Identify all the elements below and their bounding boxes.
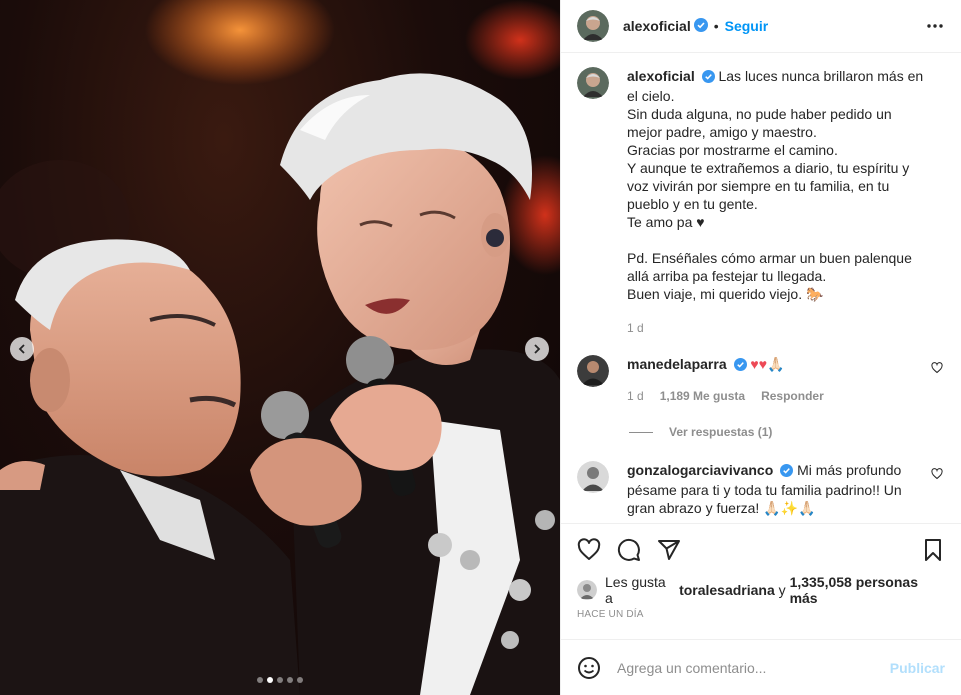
caption-meta: 1 d <box>627 319 927 337</box>
carousel-dot <box>297 677 303 683</box>
comment-username[interactable]: manedelaparra <box>627 356 727 372</box>
carousel-dot <box>257 677 263 683</box>
replies-divider <box>629 431 653 433</box>
avatar[interactable] <box>577 67 609 99</box>
verified-badge-icon <box>693 17 708 35</box>
caption-time[interactable]: 1 d <box>627 319 644 337</box>
carousel-prev-button[interactable] <box>10 337 34 361</box>
follow-button[interactable]: Seguir <box>725 18 769 34</box>
chevron-left-icon <box>18 344 25 354</box>
bookmark-icon <box>925 538 941 561</box>
verified-badge-icon <box>780 463 794 481</box>
carousel-indicator <box>257 677 303 683</box>
heart-outline-icon <box>931 362 943 374</box>
caption-line: Gracias por mostrarme el camino. <box>627 142 838 158</box>
post-header: alexoficial • Seguir <box>561 0 961 53</box>
heart-outline-icon <box>931 468 943 480</box>
like-button[interactable] <box>577 537 601 562</box>
comment-bubble-icon <box>617 538 640 561</box>
like-comment-button[interactable] <box>931 361 943 377</box>
comment-likes[interactable]: 1,189 Me gusta <box>660 387 745 405</box>
likes-user[interactable]: toralesadriana <box>679 582 775 598</box>
share-button[interactable] <box>657 538 681 562</box>
comment-body: manedelaparra ♥♥🙏🏻 1 d 1,189 Me gusta Re… <box>627 355 945 405</box>
likes-conjunction: y <box>778 582 786 598</box>
comment: manedelaparra ♥♥🙏🏻 1 d 1,189 Me gusta Re… <box>577 355 945 405</box>
verified-badge-icon <box>733 357 747 375</box>
post-photo <box>0 0 560 695</box>
carousel-dot <box>287 677 293 683</box>
add-comment-bar: Publicar <box>561 639 961 695</box>
carousel-dot-active <box>267 677 273 683</box>
caption-line: Pd. Enséñales cómo armar un buen palenqu… <box>627 250 912 284</box>
verified-badge-icon <box>701 69 715 87</box>
reply-button[interactable]: Responder <box>761 387 824 405</box>
comment-input[interactable] <box>617 659 890 676</box>
comment-body: gonzalogarciavivanco Mi más profundo pés… <box>627 461 945 517</box>
caption-line: Sin duda alguna, no pude haber pedido un… <box>627 106 892 140</box>
caption-line: Te amo pa ♥ <box>627 214 705 230</box>
chevron-right-icon <box>534 344 541 354</box>
likes-others[interactable]: 1,335,058 personas más <box>790 574 945 606</box>
heart-outline-icon <box>577 537 601 560</box>
carousel-dot <box>277 677 283 683</box>
avatar[interactable] <box>577 580 597 600</box>
send-paper-plane-icon <box>658 539 680 560</box>
comment-time[interactable]: 1 d <box>627 387 644 405</box>
avatar[interactable] <box>577 461 609 493</box>
comment-meta: 1 d 1,189 Me gusta Responder <box>627 387 927 405</box>
caption-body: alexoficial Las luces nunca brillaron má… <box>627 67 945 337</box>
comments-section[interactable]: alexoficial Las luces nunca brillaron má… <box>561 53 961 523</box>
save-button[interactable] <box>921 538 945 562</box>
view-replies-label: Ver respuestas (1) <box>669 425 773 439</box>
comment-username[interactable]: gonzalogarciavivanco <box>627 462 773 478</box>
post-author-username[interactable]: alexoficial <box>623 18 691 34</box>
more-options-button[interactable] <box>925 16 945 36</box>
caption: alexoficial Las luces nunca brillaron má… <box>577 67 945 337</box>
likes-prefix: Les gusta a <box>605 574 666 606</box>
post-media[interactable] <box>0 0 560 695</box>
caption-line: Buen viaje, mi querido viejo. 🐎 <box>627 286 824 302</box>
header-separator: • <box>713 18 719 34</box>
view-replies-button[interactable]: Ver respuestas (1) <box>629 425 945 439</box>
avatar[interactable] <box>577 10 609 42</box>
caption-username[interactable]: alexoficial <box>627 68 695 84</box>
post-actions-bar <box>561 523 961 575</box>
post-timestamp[interactable]: HACE UN DÍA <box>561 605 961 639</box>
publish-button[interactable]: Publicar <box>890 660 945 676</box>
emoji-button[interactable] <box>577 656 601 680</box>
carousel-next-button[interactable] <box>525 337 549 361</box>
more-horizontal-icon <box>927 24 943 28</box>
emoji-icon <box>578 656 600 679</box>
caption-line: Y aunque te extrañemos a diario, tu espí… <box>627 160 910 212</box>
avatar[interactable] <box>577 355 609 387</box>
likes-summary: Les gusta a toralesadriana y 1,335,058 p… <box>561 574 961 606</box>
comment-button[interactable] <box>617 538 641 562</box>
post-details-panel: alexoficial • Seguir alexoficial Las luc… <box>560 0 961 695</box>
instagram-post: alexoficial • Seguir alexoficial Las luc… <box>0 0 961 695</box>
comment-text: ♥♥🙏🏻 <box>750 356 785 372</box>
like-comment-button[interactable] <box>931 467 943 483</box>
comment: gonzalogarciavivanco Mi más profundo pés… <box>577 461 945 517</box>
